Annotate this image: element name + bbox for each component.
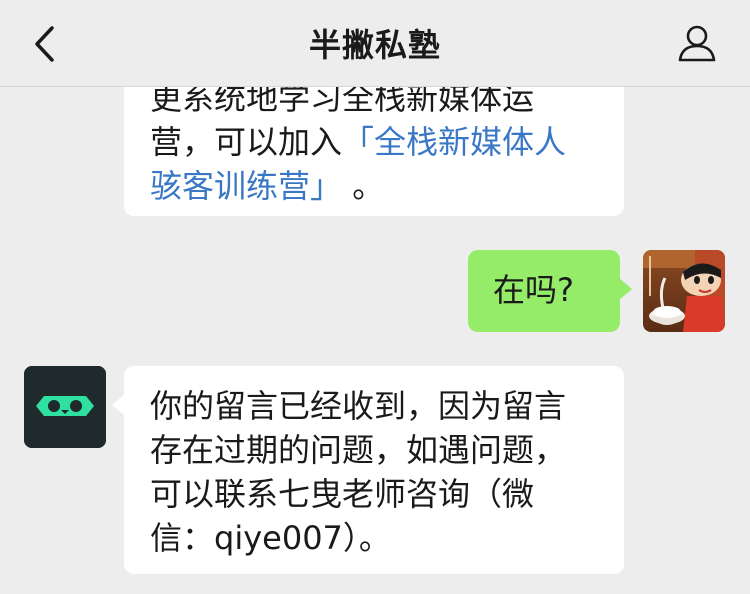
profile-button[interactable] [674, 20, 720, 66]
message-link[interactable]: 骇客训练营」 [150, 167, 342, 205]
owl-eyes-logo-icon [24, 366, 106, 448]
message-text: 在吗? [493, 271, 574, 309]
message-link[interactable]: 「全栈新媒体人 [342, 123, 566, 161]
message-text-line: 骇客训练营」 。 [150, 167, 385, 205]
chat-title: 半撇私塾 [308, 26, 441, 64]
message-text-line: 你的留言已经收到，因为留言 [150, 387, 567, 425]
user-avatar[interactable] [643, 250, 725, 332]
cartoon-boy-avatar-icon [643, 250, 725, 332]
message-text-line: 信：qiye007）。 [150, 519, 391, 557]
bot-avatar[interactable] [24, 366, 106, 448]
message-text-line: 营，可以加入「全栈新媒体人 [150, 123, 567, 161]
chat-area: 更系统地学习全栈新媒体运 营，可以加入「全栈新媒体人 骇客训练营」 。 在吗? [0, 0, 750, 594]
message-text-line: 存在过期的问题，如遇问题， [150, 431, 567, 469]
message-bubble-received[interactable]: 你的留言已经收到，因为留言 存在过期的问题，如遇问题， 可以联系七曳老师咨询（微… [112, 366, 624, 574]
user-icon [678, 25, 716, 62]
message-bubble-sent[interactable]: 在吗? [468, 250, 632, 332]
top-nav-bar: 半撇私塾 [0, 0, 750, 87]
message-text-line: 可以联系七曳老师咨询（微 [150, 475, 535, 513]
